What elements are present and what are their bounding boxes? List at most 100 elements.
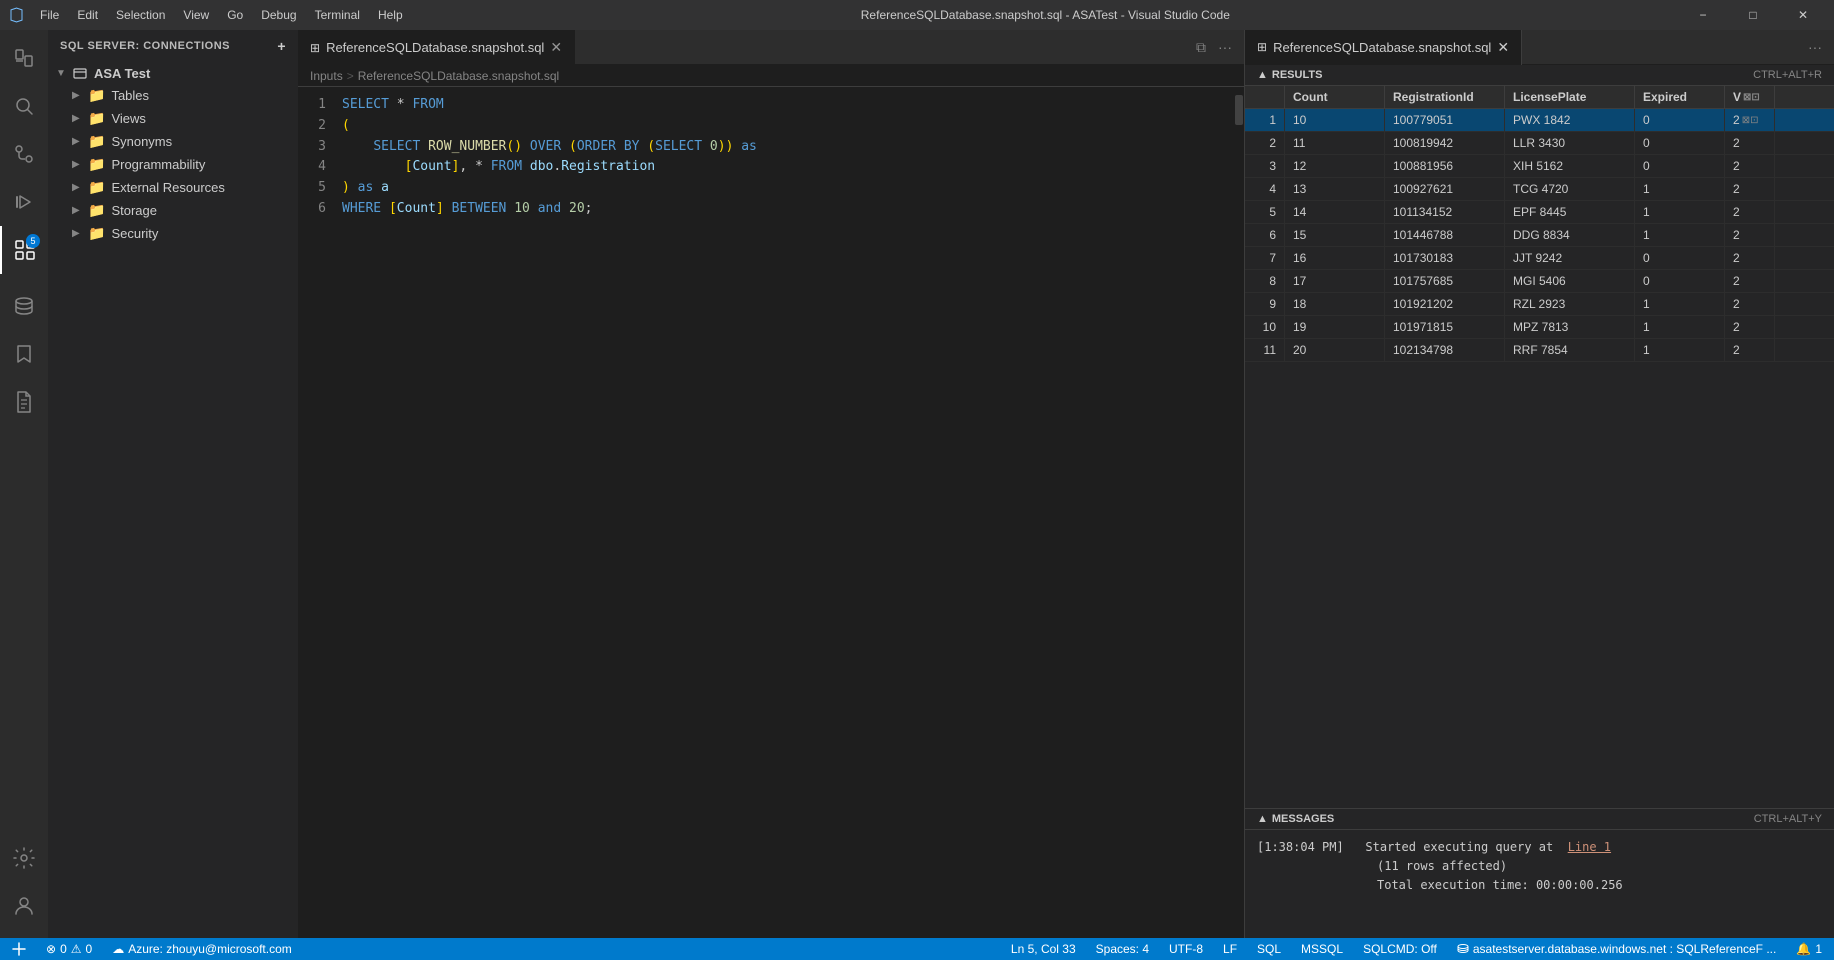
sidebar-item-programmability[interactable]: ▶ 📁 Programmability bbox=[48, 153, 298, 176]
folder-icon: 📁 bbox=[88, 202, 105, 219]
cell-expired: 1 bbox=[1635, 316, 1725, 338]
activity-source-control[interactable] bbox=[0, 130, 48, 178]
sidebar-item-tables[interactable]: ▶ 📁 Tables bbox=[48, 84, 298, 107]
sidebar: SQL SERVER: CONNECTIONS + ▼ ASA Test ▶ 📁… bbox=[48, 30, 298, 938]
maximize-button[interactable]: □ bbox=[1730, 0, 1776, 30]
status-bar-right: Ln 5, Col 33 Spaces: 4 UTF-8 LF SQL MSSQ… bbox=[1007, 942, 1826, 956]
activity-sql-server[interactable] bbox=[0, 282, 48, 330]
message-line-1: [1:38:04 PM] Started executing query at … bbox=[1257, 838, 1822, 857]
sidebar-item-external-resources[interactable]: ▶ 📁 External Resources bbox=[48, 176, 298, 199]
more-actions-button[interactable]: ··· bbox=[1214, 35, 1236, 60]
code-editor[interactable]: 1 2 3 4 5 6 SELECT * FROM ( SELECT ROW_N… bbox=[298, 87, 1244, 938]
activity-explorer[interactable] bbox=[0, 34, 48, 82]
split-editor-button[interactable]: ⧉ bbox=[1192, 35, 1210, 60]
table-row[interactable]: 2 11 100819942 LLR 3430 0 2 bbox=[1245, 132, 1834, 155]
activity-search[interactable] bbox=[0, 82, 48, 130]
message-line-link[interactable]: Line 1 bbox=[1568, 840, 1611, 854]
minimize-button[interactable]: − bbox=[1680, 0, 1726, 30]
cell-v: 2 bbox=[1725, 293, 1775, 315]
breadcrumb-file[interactable]: ReferenceSQLDatabase.snapshot.sql bbox=[358, 69, 559, 83]
menu-go[interactable]: Go bbox=[219, 6, 251, 24]
menu-edit[interactable]: Edit bbox=[69, 6, 106, 24]
add-connection-button[interactable]: + bbox=[277, 38, 286, 54]
cell-count: 19 bbox=[1285, 316, 1385, 338]
results-tab-label: ReferenceSQLDatabase.snapshot.sql bbox=[1273, 40, 1491, 55]
message-text-1: Started executing query at bbox=[1365, 840, 1553, 854]
status-line-ending[interactable]: LF bbox=[1219, 942, 1241, 956]
sidebar-item-label: Tables bbox=[111, 88, 149, 103]
menu-debug[interactable]: Debug bbox=[253, 6, 304, 24]
table-row[interactable]: 11 20 102134798 RRF 7854 1 2 bbox=[1245, 339, 1834, 362]
status-notifications[interactable]: 🔔 1 bbox=[1792, 942, 1826, 956]
collapse-messages-icon[interactable]: ▲ bbox=[1257, 813, 1268, 825]
status-sqlcmd[interactable]: SQLCMD: Off bbox=[1359, 942, 1441, 956]
results-tab-close-button[interactable]: ✕ bbox=[1497, 39, 1509, 56]
tab-label: ReferenceSQLDatabase.snapshot.sql bbox=[326, 40, 544, 55]
status-position[interactable]: Ln 5, Col 33 bbox=[1007, 942, 1080, 956]
code-line-6: WHERE [Count] BETWEEN 10 and 20; bbox=[342, 199, 1234, 220]
table-row[interactable]: 7 16 101730183 JJT 9242 0 2 bbox=[1245, 247, 1834, 270]
extensions-badge: 5 bbox=[26, 234, 40, 248]
activity-run[interactable] bbox=[0, 178, 48, 226]
sidebar-item-security[interactable]: ▶ 📁 Security bbox=[48, 222, 298, 245]
editor-scrollbar[interactable] bbox=[1234, 95, 1244, 930]
menu-help[interactable]: Help bbox=[370, 6, 411, 24]
messages-section: ▲ MESSAGES CTRL+ALT+Y [1:38:04 PM] Start… bbox=[1245, 808, 1834, 938]
tree-root-asa[interactable]: ▼ ASA Test bbox=[48, 62, 298, 84]
breadcrumb-inputs[interactable]: Inputs bbox=[310, 69, 343, 83]
close-button[interactable]: ✕ bbox=[1780, 0, 1826, 30]
language-label: SQL bbox=[1257, 942, 1281, 956]
scrollbar-thumb[interactable] bbox=[1235, 95, 1243, 125]
status-language[interactable]: SQL bbox=[1253, 942, 1285, 956]
sidebar-title: SQL SERVER: CONNECTIONS bbox=[60, 40, 230, 52]
cell-v: 2 bbox=[1725, 339, 1775, 361]
menu-selection[interactable]: Selection bbox=[108, 6, 173, 24]
status-encoding[interactable]: UTF-8 bbox=[1165, 942, 1207, 956]
cell-regid: 101921202 bbox=[1385, 293, 1505, 315]
cell-expired: 1 bbox=[1635, 224, 1725, 246]
table-row[interactable]: 10 19 101971815 MPZ 7813 1 2 bbox=[1245, 316, 1834, 339]
results-section: ▲ RESULTS CTRL+ALT+R Count RegistrationI… bbox=[1245, 65, 1834, 938]
menu-terminal[interactable]: Terminal bbox=[307, 6, 368, 24]
editor-tab-snapshot[interactable]: ⊞ ReferenceSQLDatabase.snapshot.sql ✕ bbox=[298, 30, 575, 65]
results-more-actions-button[interactable]: ··· bbox=[1804, 35, 1826, 59]
status-azure[interactable]: ☁ Azure: zhouyu@microsoft.com bbox=[108, 942, 296, 956]
tab-close-button[interactable]: ✕ bbox=[550, 39, 562, 56]
cell-plate: PWX 1842 bbox=[1505, 109, 1635, 131]
collapse-icon[interactable]: ▲ bbox=[1257, 69, 1268, 81]
activity-settings[interactable] bbox=[0, 834, 48, 882]
status-spaces[interactable]: Spaces: 4 bbox=[1092, 942, 1153, 956]
activity-bookmarks[interactable] bbox=[0, 330, 48, 378]
menu-view[interactable]: View bbox=[175, 6, 217, 24]
activity-extensions[interactable]: 5 bbox=[0, 226, 48, 274]
row-num: 1 bbox=[1245, 109, 1285, 131]
cell-expired: 0 bbox=[1635, 270, 1725, 292]
results-tab-actions: ··· bbox=[1804, 39, 1834, 55]
table-row[interactable]: 4 13 100927621 TCG 4720 1 2 bbox=[1245, 178, 1834, 201]
table-row[interactable]: 8 17 101757685 MGI 5406 0 2 bbox=[1245, 270, 1834, 293]
sidebar-item-label: Programmability bbox=[111, 157, 205, 172]
table-row[interactable]: 5 14 101134152 EPF 8445 1 2 bbox=[1245, 201, 1834, 224]
cell-v: 2 bbox=[1725, 316, 1775, 338]
table-row[interactable]: 6 15 101446788 DDG 8834 1 2 bbox=[1245, 224, 1834, 247]
menu-file[interactable]: File bbox=[32, 6, 67, 24]
activity-documents[interactable] bbox=[0, 378, 48, 426]
encoding-label: UTF-8 bbox=[1169, 942, 1203, 956]
status-git-icon[interactable] bbox=[8, 942, 30, 956]
table-row[interactable]: 9 18 101921202 RZL 2923 1 2 bbox=[1245, 293, 1834, 316]
results-table: Count RegistrationId LicensePlate Expire… bbox=[1245, 86, 1834, 808]
cell-plate: JJT 9242 bbox=[1505, 247, 1635, 269]
sidebar-item-views[interactable]: ▶ 📁 Views bbox=[48, 107, 298, 130]
sidebar-item-synonyms[interactable]: ▶ 📁 Synonyms bbox=[48, 130, 298, 153]
results-tab[interactable]: ⊞ ReferenceSQLDatabase.snapshot.sql ✕ bbox=[1245, 30, 1522, 65]
status-errors[interactable]: ⊗ 0 ⚠ 0 bbox=[42, 942, 96, 956]
warning-icon: ⚠ bbox=[71, 942, 82, 956]
table-row[interactable]: 1 10 100779051 PWX 1842 0 2 ⊠⊡ bbox=[1245, 109, 1834, 132]
cell-expired: 0 bbox=[1635, 109, 1725, 131]
activity-account[interactable] bbox=[0, 882, 48, 930]
status-dialect[interactable]: MSSQL bbox=[1297, 942, 1347, 956]
status-server[interactable]: asatestserver.database.windows.net : SQL… bbox=[1453, 942, 1781, 956]
table-row[interactable]: 3 12 100881956 XIH 5162 0 2 bbox=[1245, 155, 1834, 178]
code-content[interactable]: SELECT * FROM ( SELECT ROW_NUMBER() OVER… bbox=[338, 95, 1234, 930]
sidebar-item-storage[interactable]: ▶ 📁 Storage bbox=[48, 199, 298, 222]
